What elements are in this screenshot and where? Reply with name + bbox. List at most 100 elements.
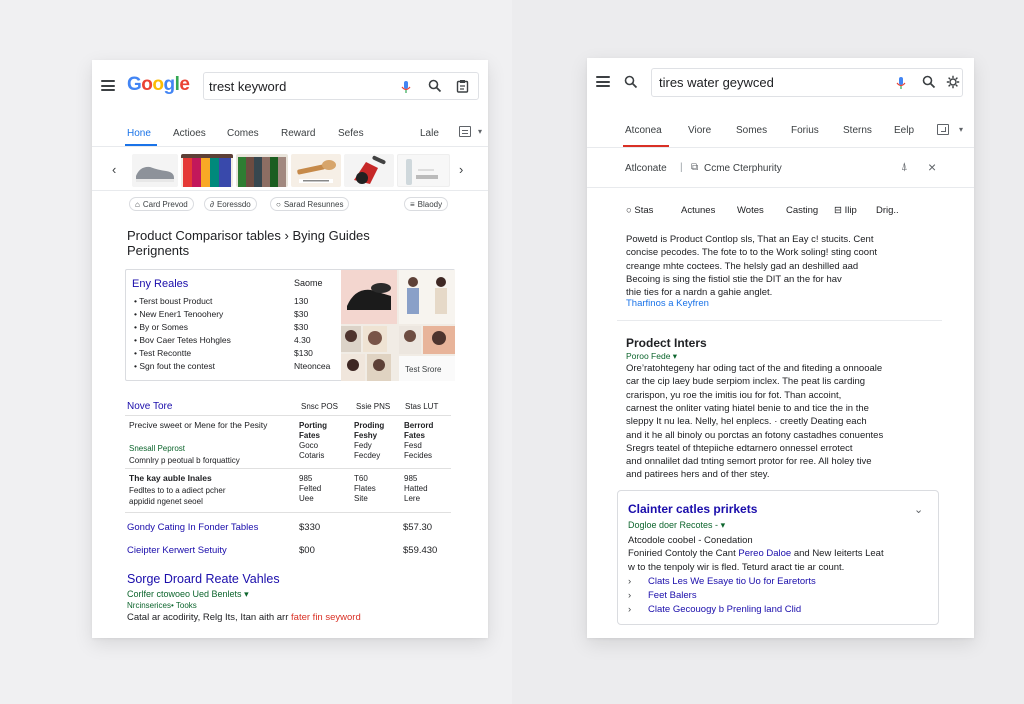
view-toggle-icon[interactable]: [459, 126, 471, 137]
menu-icon[interactable]: [596, 76, 610, 87]
table-divider: [125, 468, 451, 469]
filter-more[interactable]: Drig..: [876, 205, 899, 216]
tab-actions[interactable]: Actioes: [173, 128, 206, 139]
paragraph-line: Sregrs teatel of thtepiiche edtarnero on…: [626, 442, 853, 454]
tab-atconea[interactable]: Atconea: [625, 125, 662, 136]
tab-comes[interactable]: Comes: [227, 128, 259, 139]
result-url[interactable]: Corlfer ctowoeo Ued Benlets ▾: [127, 589, 249, 600]
view-toggle-icon[interactable]: [937, 124, 949, 135]
table-col-heading: Stas LUT: [405, 402, 439, 411]
table-cell: Fates: [299, 431, 320, 440]
mic-icon[interactable]: [896, 76, 906, 90]
filter-ilip[interactable]: ⊟ Ilip: [834, 205, 857, 216]
product-image-collage[interactable]: Test Srore: [341, 270, 455, 381]
filter-chip[interactable]: ⌂ Card Prevod: [129, 197, 194, 211]
chevron-down-icon[interactable]: ▾: [959, 125, 963, 134]
settings-icon[interactable]: [946, 75, 960, 89]
logo-letter: g: [163, 74, 176, 95]
card-item-label[interactable]: • Sgn fout the contest: [134, 361, 215, 371]
table-row-title[interactable]: The kay auble Inales: [129, 473, 212, 483]
card-inline-link[interactable]: Pereo Daloe: [738, 548, 791, 559]
card-item-label[interactable]: • Test Recontte: [134, 348, 191, 358]
tab-sefes[interactable]: Sefes: [338, 128, 364, 139]
menu-icon[interactable]: [101, 80, 115, 91]
filter-wotes[interactable]: Wotes: [737, 205, 764, 216]
search-icon[interactable]: [428, 79, 442, 93]
search-submit-icon[interactable]: [922, 75, 936, 89]
link-row-text[interactable]: Gondy Cating In Fonder Tables: [127, 522, 258, 533]
search-bar[interactable]: tires water geywced: [651, 68, 963, 97]
google-logo[interactable]: Google: [127, 74, 190, 96]
tab-viore[interactable]: Viore: [688, 125, 711, 136]
filter-actunes[interactable]: Actunes: [681, 205, 715, 216]
expand-icon[interactable]: ⌄: [914, 503, 923, 516]
card-item-label[interactable]: • New Ener1 Tenoohery: [134, 309, 223, 319]
card-item-value: 4.30: [294, 335, 311, 345]
paragraph-line: Ore’ratohtegeny har oding tact of the an…: [626, 363, 883, 374]
intro-link[interactable]: Tharfinos a Keyfren: [626, 298, 709, 309]
filter-chip[interactable]: ≡ Blaody: [404, 197, 449, 211]
carousel-next-icon[interactable]: ›: [459, 162, 463, 177]
tab-reward[interactable]: Reward: [281, 128, 315, 139]
search-icon[interactable]: [624, 75, 638, 89]
tab-somes[interactable]: Somes: [736, 125, 767, 136]
table-heading[interactable]: Nove Tore: [127, 401, 172, 412]
paragraph-line: Becoing is sing the fistiol stie the DIT…: [626, 273, 842, 285]
chevron-right-icon: ›: [628, 590, 632, 601]
tab-home[interactable]: Hone: [127, 128, 151, 139]
comparison-card: Eny Reales Saome • Terst boust Product 13…: [125, 269, 455, 381]
search-input[interactable]: tires water geywced: [659, 75, 774, 90]
link-row-text[interactable]: Cieipter Kerwert Setuity: [127, 545, 227, 556]
close-icon[interactable]: ×: [928, 159, 936, 175]
filter-label: Stas: [634, 205, 654, 216]
filter-chip[interactable]: ∂ Eoressdo: [204, 197, 257, 211]
table-row-url[interactable]: Snesall Peprost: [129, 444, 185, 453]
tab-forius[interactable]: Forius: [791, 125, 819, 136]
tab-lale[interactable]: Lale: [420, 128, 439, 139]
product-thumb-blower[interactable]: [344, 154, 394, 187]
tag-icon: ⌂: [135, 199, 140, 209]
bookmark-icon[interactable]: ⧉: [691, 162, 698, 173]
search-bar[interactable]: trest keyword: [203, 72, 479, 100]
filter-chip[interactable]: ○ Sarad Resunnes: [270, 197, 350, 211]
card-heading[interactable]: Eny Reales: [132, 278, 188, 290]
card-item-label[interactable]: • Bov Caer Tetes Hohgles: [134, 335, 231, 345]
table-cell: Fates: [404, 431, 425, 440]
card-link[interactable]: Clats Les We Esaye tio Uo for Earetorts: [648, 576, 816, 587]
tab-eelp[interactable]: Eelp: [894, 125, 914, 136]
tab-sterns[interactable]: Sterns: [843, 125, 872, 136]
chevron-down-icon[interactable]: ▾: [478, 127, 482, 136]
table-row-title[interactable]: Precive sweet or Mene for the Pesity: [129, 420, 279, 430]
result-card: Clainter catles prirkets ⌄ Dogloe doer R…: [617, 490, 939, 625]
search-input[interactable]: trest keyword: [209, 79, 286, 94]
mic-icon[interactable]: [401, 80, 411, 94]
card-url[interactable]: Dogloe doer Recotes - ▾: [628, 520, 725, 531]
card-link[interactable]: Clate Gecouogy b Prenling land Clid: [648, 604, 801, 615]
table-cell: Proding: [354, 421, 385, 430]
clipboard-icon[interactable]: [456, 79, 469, 93]
product-thumb-shirts[interactable]: [181, 154, 233, 187]
product-thumb-coats[interactable]: [236, 154, 288, 187]
sub-header-label[interactable]: Atlconate: [625, 163, 667, 174]
chip-label: Card Prevod: [142, 199, 188, 209]
section-url[interactable]: Poroo Fede ▾: [626, 351, 677, 362]
product-thumb-shoe[interactable]: [132, 154, 178, 187]
product-thumb-utensil[interactable]: [291, 154, 341, 187]
card-link[interactable]: Feet Balers: [648, 590, 697, 601]
sub-header-divider: [587, 187, 974, 188]
table-cell: 985: [404, 474, 418, 483]
result-title[interactable]: Sorge Droard Reate Vahles: [127, 572, 280, 586]
chevron-right-icon: ›: [628, 576, 632, 587]
section-title[interactable]: Prodect Inters: [626, 336, 707, 350]
card-title[interactable]: Clainter catles prirkets: [628, 502, 757, 516]
link-row-price: $330: [299, 522, 321, 533]
link-row-price: $59.430: [403, 545, 438, 556]
filter-stas[interactable]: ○ Stas: [626, 205, 653, 216]
filter-casting[interactable]: Casting: [786, 205, 818, 216]
card-item-label[interactable]: • By or Somes: [134, 322, 188, 332]
card-item-label[interactable]: • Terst boust Product: [134, 296, 212, 306]
carousel-prev-icon[interactable]: ‹: [112, 162, 116, 177]
sub-header-title[interactable]: Ccme Cterphurity: [704, 163, 782, 174]
pin-icon[interactable]: ⍋: [901, 161, 908, 174]
product-thumb-device[interactable]: [397, 154, 450, 187]
